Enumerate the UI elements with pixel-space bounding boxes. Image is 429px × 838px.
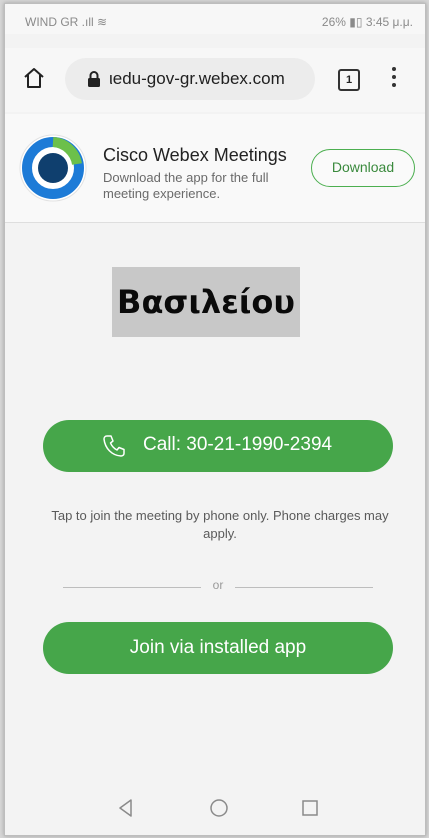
join-app-button[interactable]: Join via installed app [43,622,393,674]
carrier-label: WIND GR [25,15,79,29]
status-bar: WIND GR ⁠.ıll ≋ 26% ▮▯ 3:45 μ.μ. [5,4,425,34]
menu-dot [392,83,396,87]
recents-icon[interactable] [301,799,319,817]
call-charges-note: Tap to join the meeting by phone only. P… [51,508,389,541]
back-icon[interactable] [116,798,136,818]
menu-dot [392,67,396,71]
url-text: ιedu-gov-gr.webex.com [109,69,285,88]
tabs-icon[interactable]: 1 [338,69,360,91]
app-install-banner: Cisco Webex Meetings Download the app fo… [5,114,425,223]
browser-toolbar: ιedu-gov-gr.webex.com 1 [5,48,425,112]
webex-logo [19,134,87,202]
menu-dot [392,75,396,79]
lock-icon [88,71,100,87]
menu-icon[interactable] [391,67,397,91]
android-nav-bar [5,781,425,835]
meeting-host-name: Βασιλείου [112,267,300,337]
signal-wifi-icon: ⁠.ıll ≋ [81,15,108,29]
phone-icon [103,435,125,457]
carrier-signal: WIND GR ⁠.ıll ≋ [25,15,107,29]
call-label: Call: 30-21-1990-2394 [143,434,333,455]
app-name: Cisco Webex Meetings [103,145,287,165]
phone-screen: WIND GR ⁠.ıll ≋ 26% ▮▯ 3:45 μ.μ. ιedu-go… [4,3,426,836]
divider-line-left [63,587,201,588]
battery-time: 26% ▮▯ 3:45 μ.μ. [321,15,413,29]
call-button[interactable]: Call: 30-21-1990-2394 [43,420,393,472]
home-icon[interactable] [22,66,46,90]
app-description: Download the app for the full meeting ex… [103,170,269,201]
divider-or: or [212,578,224,592]
home-circle-icon[interactable] [209,798,229,818]
download-button[interactable]: Download [311,149,415,187]
divider-line-right [235,587,373,588]
address-bar[interactable]: ιedu-gov-gr.webex.com [65,58,315,100]
